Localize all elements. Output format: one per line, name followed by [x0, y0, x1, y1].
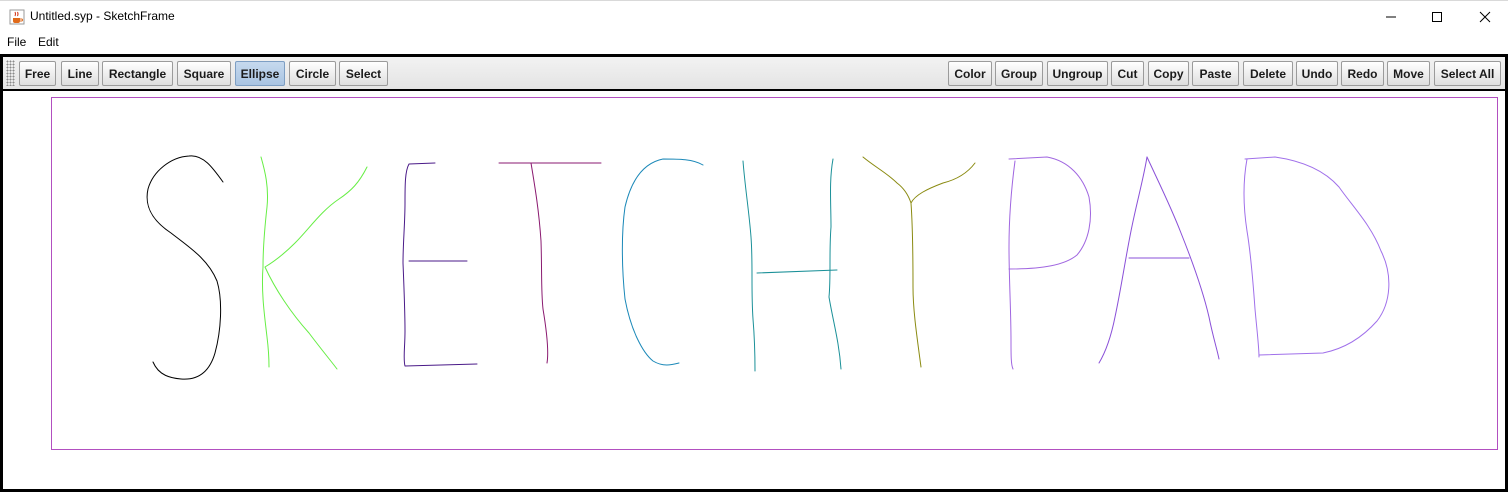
- stroke-letter-h[interactable]: [742, 160, 756, 372]
- sketch-drawing: [51, 97, 1498, 450]
- redo-button[interactable]: Redo: [1341, 61, 1384, 86]
- stroke-letter-d[interactable]: [1243, 158, 1260, 358]
- tool-circle-button[interactable]: Circle: [289, 61, 336, 86]
- tool-free-button[interactable]: Free: [19, 61, 56, 86]
- minimize-button[interactable]: [1368, 1, 1414, 32]
- copy-button[interactable]: Copy: [1148, 61, 1189, 86]
- delete-button[interactable]: Delete: [1243, 61, 1293, 86]
- menu-bar: File Edit: [0, 31, 1508, 53]
- stroke-letter-y-stem[interactable]: [910, 202, 922, 368]
- stroke-letter-e[interactable]: [402, 162, 478, 367]
- menu-file[interactable]: File: [7, 35, 26, 49]
- stroke-letter-p[interactable]: [1008, 160, 1016, 370]
- window-title: Untitled.syp - SketchFrame: [30, 9, 175, 23]
- java-cup-icon: [9, 9, 25, 25]
- tool-ellipse-button[interactable]: Ellipse: [235, 61, 285, 86]
- tool-square-button[interactable]: Square: [177, 61, 231, 86]
- stroke-letter-p-bowl[interactable]: [1008, 156, 1091, 270]
- drawing-canvas[interactable]: [0, 91, 1508, 492]
- maximize-button[interactable]: [1414, 1, 1460, 32]
- stroke-letter-t-stem[interactable]: [530, 162, 549, 364]
- toolbar: Free Line Rectangle Square Ellipse Circl…: [0, 54, 1508, 91]
- stroke-letter-h-bar[interactable]: [756, 269, 838, 274]
- title-bar: Untitled.syp - SketchFrame: [0, 0, 1508, 31]
- stroke-letter-s[interactable]: [146, 155, 224, 380]
- tool-line-button[interactable]: Line: [61, 61, 99, 86]
- tool-rectangle-button[interactable]: Rectangle: [102, 61, 173, 86]
- select-all-button[interactable]: Select All: [1434, 61, 1501, 86]
- paste-button[interactable]: Paste: [1192, 61, 1239, 86]
- ungroup-button[interactable]: Ungroup: [1047, 61, 1108, 86]
- minimize-icon: [1386, 16, 1396, 17]
- menu-edit[interactable]: Edit: [38, 35, 59, 49]
- stroke-letter-c[interactable]: [621, 158, 704, 366]
- stroke-letter-y[interactable]: [862, 156, 976, 204]
- stroke-letter-d-bowl[interactable]: [1244, 156, 1390, 356]
- color-button[interactable]: Color: [948, 61, 992, 86]
- close-icon: [1479, 11, 1491, 22]
- stroke-letter-k-arm[interactable]: [264, 166, 368, 370]
- stroke-letter-h-right[interactable]: [828, 158, 842, 370]
- maximize-icon: [1432, 11, 1442, 22]
- stroke-letter-a[interactable]: [1098, 156, 1148, 364]
- group-button[interactable]: Group: [995, 61, 1043, 86]
- move-button[interactable]: Move: [1387, 61, 1430, 86]
- tool-select-button[interactable]: Select: [339, 61, 388, 86]
- toolbar-grip[interactable]: [6, 60, 15, 86]
- sketchframe-window: Untitled.syp - SketchFrame File Edit Fre…: [0, 0, 1508, 492]
- close-button[interactable]: [1462, 1, 1508, 32]
- cut-button[interactable]: Cut: [1111, 61, 1144, 86]
- stroke-letter-k[interactable]: [260, 156, 270, 368]
- undo-button[interactable]: Undo: [1296, 61, 1338, 86]
